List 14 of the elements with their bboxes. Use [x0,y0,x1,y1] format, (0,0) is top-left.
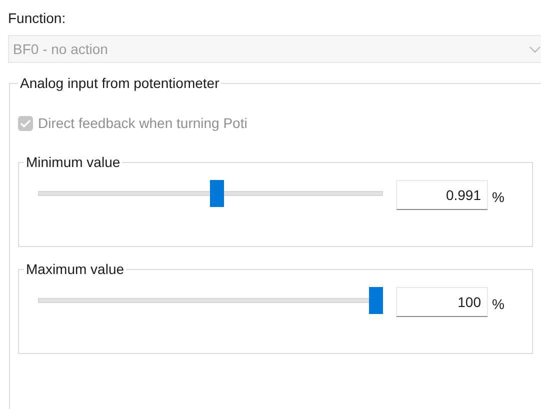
slider-thumb[interactable] [210,180,224,206]
unit-label: % [492,189,504,205]
function-label: Function: [8,9,67,28]
chevron-down-icon [529,46,541,53]
slider-thumb[interactable] [369,286,383,314]
slider[interactable] [38,286,383,314]
value-field[interactable]: 100 [396,287,488,317]
slider[interactable] [38,180,383,206]
checkbox-label: Direct feedback when turning Poti [38,115,248,131]
group-title: Minimum value [25,154,122,170]
group-title: Analog input from potentiometer [19,75,220,91]
group-title: Maximum value [25,261,126,277]
unit-label: % [492,296,504,312]
value-field[interactable]: 0.991 [396,180,488,210]
